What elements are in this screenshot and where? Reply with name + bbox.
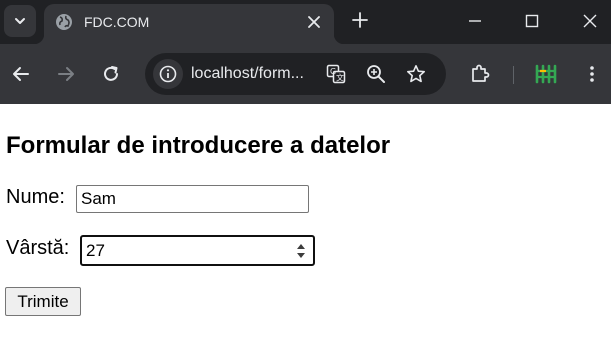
zoom-icon xyxy=(367,65,385,83)
toolbar-divider xyxy=(513,66,514,84)
back-button[interactable] xyxy=(9,62,33,86)
extension-icon xyxy=(535,64,557,84)
address-url[interactable]: localhost/form... xyxy=(191,65,319,83)
name-input[interactable] xyxy=(76,185,309,213)
browser-tab[interactable]: FDC.COM xyxy=(34,4,344,44)
browser-toolbar: localhost/form... G文 xyxy=(0,44,611,104)
window-close-button[interactable] xyxy=(575,6,605,36)
minimize-icon xyxy=(469,20,481,22)
translate-icon: G文 xyxy=(326,64,346,84)
reload-button[interactable] xyxy=(99,62,123,86)
close-icon xyxy=(308,16,320,28)
browser-menu-button[interactable] xyxy=(580,62,604,86)
minimize-button[interactable] xyxy=(460,6,490,36)
tab-strip: FDC.COM xyxy=(0,0,611,44)
number-spinner-icon[interactable] xyxy=(295,241,307,261)
page-title: Formular de introducere a datelor xyxy=(6,132,391,159)
page-content: Formular de introducere a datelor Nume: … xyxy=(0,104,611,340)
tab-title: FDC.COM xyxy=(84,14,150,30)
new-tab-button[interactable] xyxy=(348,8,372,32)
plus-icon xyxy=(352,12,368,28)
svg-text:文: 文 xyxy=(336,73,344,83)
chevron-down-icon xyxy=(15,18,25,24)
tab-search-button[interactable] xyxy=(4,5,36,37)
bookmark-button[interactable] xyxy=(405,63,427,85)
age-input-value: 27 xyxy=(86,241,105,260)
site-info-button[interactable] xyxy=(153,59,183,89)
kebab-menu-icon xyxy=(590,66,594,82)
globe-icon xyxy=(56,14,72,30)
submit-button[interactable]: Trimite xyxy=(5,287,81,316)
name-label: Nume: xyxy=(6,186,65,208)
reload-icon xyxy=(104,66,118,81)
pinned-extension-button[interactable] xyxy=(534,62,558,86)
arrow-left-icon xyxy=(13,67,29,81)
zoom-button[interactable] xyxy=(365,63,387,85)
extensions-button[interactable] xyxy=(468,62,492,86)
tab-close-button[interactable] xyxy=(304,12,324,32)
close-icon xyxy=(583,14,597,28)
maximize-icon xyxy=(525,14,539,28)
translate-button[interactable]: G文 xyxy=(325,63,347,85)
age-input[interactable]: 27 xyxy=(80,235,315,266)
arrow-right-icon xyxy=(58,67,74,81)
forward-button[interactable] xyxy=(54,62,78,86)
age-label: Vârstă: xyxy=(6,237,70,259)
puzzle-icon xyxy=(472,64,490,82)
star-icon xyxy=(407,65,425,83)
maximize-button[interactable] xyxy=(517,6,547,36)
address-bar[interactable]: localhost/form... G文 xyxy=(145,53,446,95)
info-icon xyxy=(159,65,177,83)
